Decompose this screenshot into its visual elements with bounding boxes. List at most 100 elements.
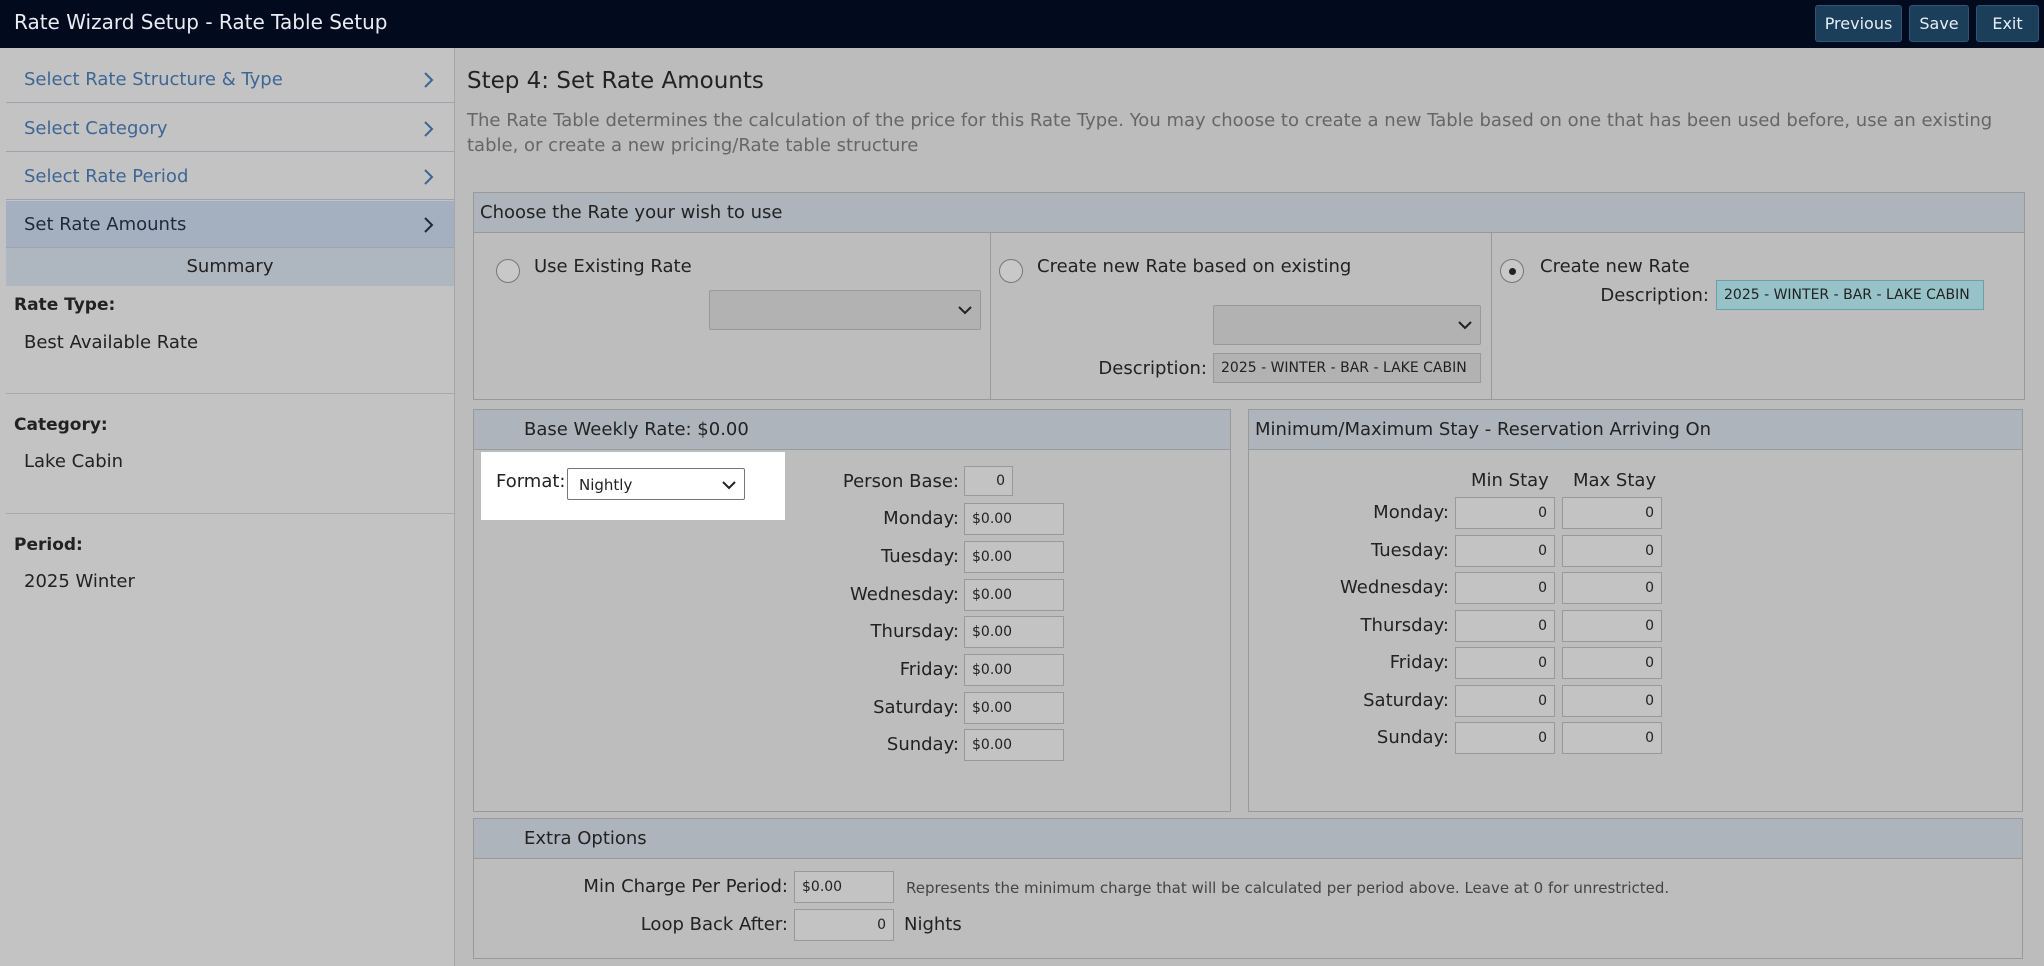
rate-type-value: Best Available Rate — [24, 332, 199, 353]
stay-wednesday-label: Wednesday: — [1340, 577, 1449, 598]
min-stay-column-header: Min Stay — [1471, 470, 1549, 491]
summary-divider — [6, 513, 454, 514]
max-stay-friday-field[interactable] — [1562, 647, 1662, 679]
base-monday-field[interactable] — [964, 503, 1064, 535]
min-stay-monday-field[interactable] — [1455, 497, 1555, 529]
step-description: The Rate Table determines the calculatio… — [467, 110, 1993, 156]
format-select[interactable]: Nightly — [567, 468, 745, 500]
rate-type-label: Rate Type: — [14, 295, 116, 315]
category-value: Lake Cabin — [24, 451, 124, 472]
stay-thursday-label: Thursday: — [1360, 615, 1449, 636]
previous-button[interactable]: Previous — [1815, 5, 1902, 42]
existing-rate-select[interactable] — [709, 290, 981, 330]
loop-back-label: Loop Back After: — [640, 914, 788, 935]
format-value: Nightly — [579, 476, 633, 494]
choose-rate-header: Choose the Rate your wish to use — [474, 193, 2024, 233]
min-max-stay-panel: Minimum/Maximum Stay - Reservation Arriv… — [1248, 409, 2023, 812]
person-base-field[interactable] — [964, 466, 1013, 496]
based-description-label: Description: — [1098, 358, 1207, 379]
chevron-right-icon — [424, 169, 434, 185]
sidebar-item-rate-period[interactable]: Select Rate Period — [6, 153, 454, 200]
exit-button[interactable]: Exit — [1976, 5, 2039, 42]
period-value: 2025 Winter — [24, 571, 135, 592]
base-saturday-label: Saturday: — [873, 697, 959, 718]
stay-saturday-label: Saturday: — [1363, 690, 1449, 711]
based-description-field[interactable] — [1213, 353, 1481, 383]
new-description-field[interactable] — [1716, 280, 1984, 310]
use-existing-radio[interactable] — [496, 259, 520, 283]
min-charge-label: Min Charge Per Period: — [583, 876, 788, 897]
extra-options-panel: Extra Options Min Charge Per Period: Rep… — [473, 818, 2023, 959]
max-stay-wednesday-field[interactable] — [1562, 572, 1662, 604]
page-title: Step 4: Set Rate Amounts — [467, 68, 764, 94]
max-stay-column-header: Max Stay — [1573, 470, 1657, 491]
max-stay-thursday-field[interactable] — [1562, 610, 1662, 642]
choose-rate-panel: Choose the Rate your wish to use Use Exi… — [473, 192, 2025, 400]
base-sunday-field[interactable] — [964, 729, 1064, 761]
main-content: Step 4: Set Rate Amounts The Rate Table … — [456, 48, 2044, 966]
min-charge-field[interactable] — [794, 871, 894, 903]
base-tuesday-label: Tuesday: — [881, 546, 959, 567]
format-box: Format: Nightly — [481, 452, 785, 520]
max-stay-saturday-field[interactable] — [1562, 685, 1662, 717]
max-stay-sunday-field[interactable] — [1562, 722, 1662, 754]
base-wednesday-label: Wednesday: — [850, 584, 959, 605]
min-stay-saturday-field[interactable] — [1455, 685, 1555, 717]
base-thursday-label: Thursday: — [870, 621, 959, 642]
min-stay-thursday-field[interactable] — [1455, 610, 1555, 642]
title-bar: Rate Wizard Setup - Rate Table Setup Pre… — [0, 0, 2044, 48]
base-thursday-field[interactable] — [964, 616, 1064, 648]
chevron-down-icon — [722, 481, 736, 490]
based-on-existing-radio[interactable] — [999, 259, 1023, 283]
chevron-right-icon — [424, 217, 434, 233]
based-on-existing-label: Create new Rate based on existing — [1037, 256, 1352, 277]
period-label: Period: — [14, 535, 83, 555]
min-stay-friday-field[interactable] — [1455, 647, 1555, 679]
loop-back-field[interactable] — [794, 909, 894, 941]
person-base-label: Person Base: — [842, 471, 959, 492]
sidebar-item-category[interactable]: Select Category — [6, 105, 454, 152]
min-stay-tuesday-field[interactable] — [1455, 535, 1555, 567]
min-stay-sunday-field[interactable] — [1455, 722, 1555, 754]
based-rate-select[interactable] — [1213, 305, 1481, 345]
base-tuesday-field[interactable] — [964, 541, 1064, 573]
column-divider — [1491, 233, 1492, 399]
stay-sunday-label: Sunday: — [1376, 727, 1449, 748]
base-friday-label: Friday: — [899, 659, 959, 680]
base-weekly-rate-header: Base Weekly Rate: $0.00 — [474, 410, 1230, 450]
loop-back-unit: Nights — [904, 914, 962, 935]
chevron-down-icon — [958, 306, 972, 315]
summary-header: Summary — [6, 248, 454, 286]
create-new-label: Create new Rate — [1540, 256, 1690, 277]
sidebar-item-rate-structure[interactable]: Select Rate Structure & Type — [6, 56, 454, 103]
app-title: Rate Wizard Setup - Rate Table Setup — [14, 10, 388, 34]
sidebar-item-label: Select Category — [24, 118, 168, 139]
min-charge-note: Represents the minimum charge that will … — [906, 879, 1670, 897]
format-label: Format: — [496, 471, 566, 492]
use-existing-label: Use Existing Rate — [534, 256, 692, 277]
chevron-down-icon — [1458, 321, 1472, 330]
stay-monday-label: Monday: — [1373, 502, 1449, 523]
sidebar-item-label: Select Rate Structure & Type — [24, 69, 283, 90]
column-divider — [990, 233, 991, 399]
new-description-label: Description: — [1600, 285, 1709, 306]
sidebar-item-label: Set Rate Amounts — [24, 214, 187, 235]
max-stay-monday-field[interactable] — [1562, 497, 1662, 529]
base-wednesday-field[interactable] — [964, 579, 1064, 611]
extra-options-header: Extra Options — [474, 819, 2022, 859]
wizard-sidebar: Select Rate Structure & Type Select Cate… — [0, 48, 455, 966]
min-max-stay-header: Minimum/Maximum Stay - Reservation Arriv… — [1249, 410, 2022, 450]
save-button[interactable]: Save — [1909, 5, 1969, 42]
max-stay-tuesday-field[interactable] — [1562, 535, 1662, 567]
stay-tuesday-label: Tuesday: — [1371, 540, 1449, 561]
base-monday-label: Monday: — [883, 508, 959, 529]
summary-divider — [6, 393, 454, 394]
base-friday-field[interactable] — [964, 654, 1064, 686]
base-saturday-field[interactable] — [964, 692, 1064, 724]
stay-friday-label: Friday: — [1389, 652, 1449, 673]
sidebar-item-rate-amounts[interactable]: Set Rate Amounts — [6, 201, 454, 248]
min-stay-wednesday-field[interactable] — [1455, 572, 1555, 604]
base-sunday-label: Sunday: — [886, 734, 959, 755]
create-new-radio[interactable] — [1500, 259, 1524, 283]
sidebar-item-label: Select Rate Period — [24, 166, 189, 187]
